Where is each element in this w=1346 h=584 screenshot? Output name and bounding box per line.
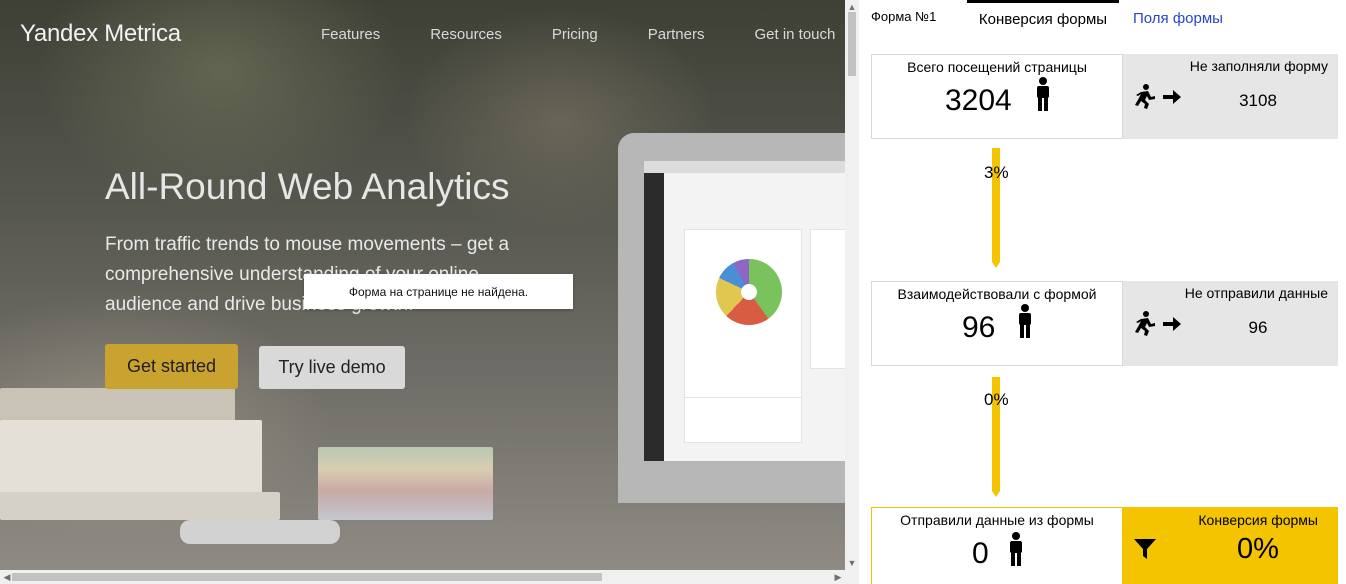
website-viewport: Yandex Metrica Features Resources Pricin… [0, 0, 845, 570]
step-value: 96 [962, 311, 996, 344]
form-name-label: Форма №1 [871, 9, 937, 24]
dropoff-title: Не заполняли форму [1189, 58, 1328, 74]
nav-pricing[interactable]: Pricing [552, 26, 598, 43]
nav-partners[interactable]: Partners [648, 26, 705, 43]
conversion-value: 0% [1237, 533, 1279, 565]
bounce-rate-card [684, 397, 802, 443]
panel-tabs: Форма №1 Конверсия формы Поля формы [859, 0, 1346, 36]
try-live-demo-button[interactable]: Try live demo [259, 346, 405, 389]
site-logo[interactable]: Yandex Metrica [20, 20, 181, 48]
step-interacted-box: Взаимодействовали с формой 96 [871, 281, 1123, 366]
site-nav: Features Resources Pricing Partners Get … [321, 26, 845, 43]
horizontal-scroll-thumb[interactable] [12, 573, 602, 581]
scroll-down-arrow-icon[interactable]: ▼ [845, 556, 859, 570]
horizontal-scrollbar[interactable]: ◀ ▶ [0, 570, 845, 584]
step-dropoff-box: Не заполняли форму 3108 [1123, 54, 1338, 139]
nav-resources[interactable]: Resources [430, 26, 502, 43]
step-value: 0 [972, 537, 989, 570]
person-icon [1010, 532, 1022, 566]
funnel-icon [1134, 539, 1156, 559]
book-decoration [0, 420, 262, 496]
book-decoration [0, 492, 280, 520]
scrollbar-corner [845, 570, 859, 584]
form-not-found-notice: Форма на странице не найдена. [304, 274, 573, 309]
get-started-button[interactable]: Get started [105, 344, 238, 389]
conversion-title: Конверсия формы [1198, 512, 1318, 528]
tab-form-conversion[interactable]: Конверсия формы [967, 0, 1119, 36]
vertical-scroll-thumb[interactable] [848, 12, 856, 76]
person-icon [1037, 77, 1049, 111]
dashboard-sidebar [644, 173, 664, 461]
runner-arrow-icon [1135, 311, 1181, 336]
step-title: Взаимодействовали с формой [897, 286, 1097, 302]
scroll-right-arrow-icon[interactable]: ▶ [831, 570, 845, 584]
nav-get-in-touch[interactable]: Get in touch [754, 26, 835, 43]
form-analytics-panel: Форма №1 Конверсия формы Поля формы Всег… [859, 0, 1346, 584]
laptop-screen [644, 161, 845, 461]
vertical-scrollbar[interactable]: ▲ ▼ [845, 0, 859, 570]
dropoff-value: 96 [1248, 318, 1268, 337]
hero-title: All-Round Web Analytics [105, 166, 510, 207]
step-percent: 0% [984, 390, 1009, 409]
runner-arrow-icon [1135, 84, 1181, 109]
dropoff-value: 3108 [1239, 91, 1277, 110]
step-percent: 3% [984, 163, 1009, 182]
step-title: Всего посещений страницы [907, 59, 1087, 75]
logo-brand: Yandex [20, 20, 98, 47]
conversion-box: Конверсия формы 0% [1123, 507, 1338, 584]
browser-bar [644, 161, 845, 173]
book-decoration [0, 388, 235, 422]
dropoff-title: Не отправили данные [1184, 285, 1328, 301]
step-dropoff-box: Не отправили данные 96 [1123, 281, 1338, 366]
step-value: 3204 [945, 84, 1012, 117]
notepad-decoration [318, 447, 493, 520]
step-visits-box: Всего посещений страницы 3204 [871, 54, 1123, 139]
logo-product: Metrica [104, 20, 181, 47]
device-card [810, 229, 845, 369]
traffic-pie-chart [716, 259, 782, 325]
phone-decoration [180, 520, 340, 544]
person-icon [1019, 304, 1031, 338]
nav-features[interactable]: Features [321, 26, 380, 43]
tab-form-fields[interactable]: Поля формы [1133, 10, 1223, 27]
step-submitted-box: Отправили данные из формы 0 [871, 507, 1123, 584]
step-title: Отправили данные из формы [900, 512, 1094, 528]
laptop-illustration [618, 133, 845, 503]
